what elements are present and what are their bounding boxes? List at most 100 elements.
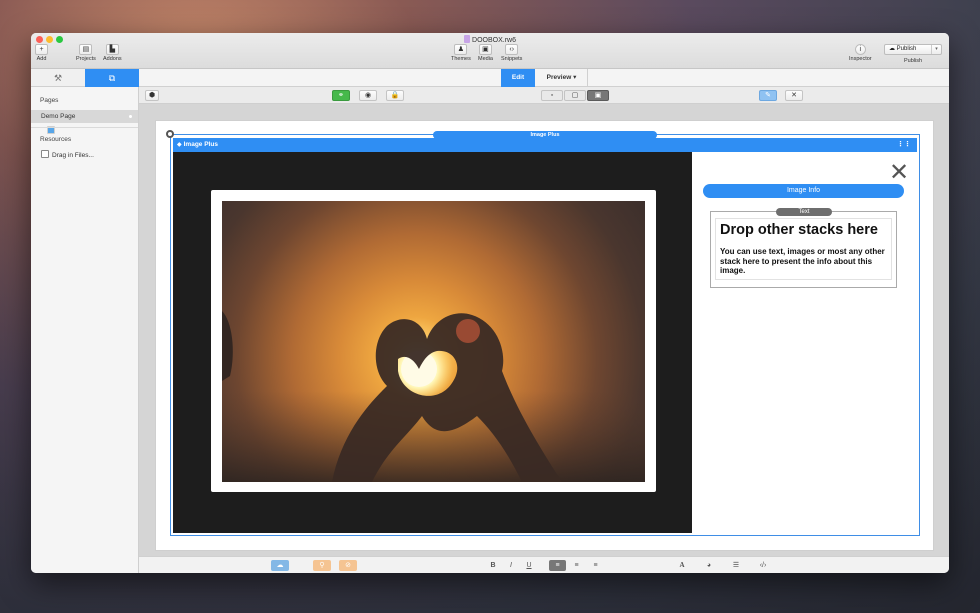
media-button[interactable]: ▣ Media bbox=[478, 44, 493, 62]
themes-button[interactable]: ♟ Themes bbox=[451, 44, 471, 62]
link-button[interactable]: ⚲ bbox=[313, 560, 331, 571]
document-title-text: DOOBOX.rw6 bbox=[472, 37, 516, 44]
publish-button[interactable]: ☁ Publish ▾ bbox=[884, 44, 942, 55]
square-large-icon: ▣ bbox=[594, 92, 602, 99]
tab-preview[interactable]: Preview ▾ bbox=[536, 69, 588, 87]
sidebar-divider bbox=[31, 127, 138, 128]
align-right-button[interactable]: ≡ bbox=[587, 560, 604, 571]
underline-button[interactable]: U bbox=[522, 560, 536, 571]
list-button[interactable]: ☰ bbox=[729, 560, 743, 571]
image-plus-stack[interactable]: Image Plus ◆ Image Plus ⋮⋮ ✕ Image Info … bbox=[166, 130, 920, 536]
stacks-library-button[interactable]: ⬢ bbox=[145, 90, 159, 101]
layout-tablet-button[interactable]: ▢ bbox=[564, 90, 586, 101]
projects-button[interactable]: ▤ Projects bbox=[76, 44, 96, 62]
unlink-button[interactable]: ⊘ bbox=[339, 560, 357, 571]
projects-label: Projects bbox=[76, 56, 96, 62]
link-icon: ⚭ bbox=[338, 92, 344, 99]
grid-icon[interactable]: ⋮⋮ bbox=[897, 138, 911, 152]
publish-button-text: Publish bbox=[896, 46, 917, 52]
media-icon: ▣ bbox=[478, 44, 492, 55]
close-icon: ✕ bbox=[791, 92, 797, 99]
text-stack[interactable]: Text Drop other stacks here You can use … bbox=[710, 208, 897, 288]
themes-icon: ♟ bbox=[454, 44, 468, 55]
box-icon: ⬢ bbox=[148, 92, 156, 99]
image-info-button[interactable]: Image Info bbox=[703, 184, 904, 198]
sidebar: ⚒ ⧉ Pages Demo Page Resources Drag in Fi… bbox=[31, 69, 139, 573]
addons-button[interactable]: ▙ Addons bbox=[103, 44, 122, 62]
image-area bbox=[173, 152, 692, 533]
projects-icon: ▤ bbox=[79, 44, 93, 55]
layout-desktop-button[interactable]: ▣ bbox=[587, 90, 609, 101]
add-button[interactable]: + Add bbox=[35, 44, 48, 62]
sidebar-item-demo-page[interactable]: Demo Page bbox=[31, 110, 138, 134]
sidebar-tabs: ⚒ ⧉ bbox=[31, 69, 139, 87]
link-stacks-button[interactable]: ⚭ bbox=[332, 90, 350, 101]
cloud-icon: ☁ bbox=[276, 562, 284, 569]
page-label: Demo Page bbox=[41, 113, 76, 120]
pages-header: Pages bbox=[40, 97, 59, 104]
bold-button[interactable]: B bbox=[486, 560, 500, 571]
italic-icon: I bbox=[510, 562, 512, 569]
addons-icon: ▙ bbox=[105, 44, 119, 55]
square-medium-icon: ▢ bbox=[571, 92, 579, 99]
link-icon: ⚲ bbox=[319, 562, 325, 569]
publish-dropdown-chevron-icon[interactable]: ▾ bbox=[931, 45, 941, 54]
visibility-button[interactable]: ◉ bbox=[359, 90, 377, 101]
eye-icon: ◉ bbox=[364, 92, 372, 99]
tab-pages[interactable]: ⧉ bbox=[85, 69, 139, 87]
sunset-heart-photo[interactable] bbox=[222, 201, 645, 482]
unlink-icon: ⊘ bbox=[345, 562, 351, 569]
align-left-icon: ≡ bbox=[555, 562, 560, 569]
add-label: Add bbox=[36, 56, 47, 62]
media-label: Media bbox=[478, 56, 493, 62]
font-icon: A bbox=[679, 561, 685, 569]
app-window: DOOBOX.rw6 + Add ▤ Projects ▙ Addons ♟ Theme… bbox=[31, 33, 949, 573]
lock-icon: 🔒 bbox=[390, 92, 400, 99]
drop-zone[interactable]: Drop other stacks here You can use text,… bbox=[715, 218, 892, 280]
code-button[interactable]: ‹/› bbox=[755, 560, 771, 571]
drop-title: Drop other stacks here bbox=[720, 222, 878, 238]
color-button[interactable]: ◕ bbox=[702, 560, 716, 571]
snippets-button[interactable]: ‹› Snippets bbox=[501, 44, 522, 62]
edit-pencil-button[interactable]: ✎ bbox=[759, 90, 777, 101]
code-brackets-icon: ‹› bbox=[505, 44, 519, 55]
italic-button[interactable]: I bbox=[504, 560, 518, 571]
square-small-icon: ▫ bbox=[550, 92, 554, 99]
heart-hands-silhouette bbox=[222, 311, 645, 482]
inspector-label: Inspector bbox=[849, 56, 872, 62]
wrench-icon: ⚒ bbox=[53, 73, 63, 83]
document-title: DOOBOX.rw6 bbox=[31, 35, 949, 44]
align-left-button[interactable]: ≡ bbox=[549, 560, 566, 571]
cloud-button[interactable]: ☁ bbox=[271, 560, 289, 571]
pages-icon: ⧉ bbox=[108, 73, 116, 83]
layout-phone-button[interactable]: ▫ bbox=[541, 90, 563, 101]
preview-label: Preview bbox=[546, 74, 572, 81]
lock-button[interactable]: 🔒 bbox=[386, 90, 404, 101]
tab-edit[interactable]: Edit bbox=[501, 69, 535, 87]
snippets-label: Snippets bbox=[501, 56, 523, 62]
edit-canvas: Image Plus ◆ Image Plus ⋮⋮ ✕ Image Info … bbox=[139, 104, 949, 556]
page-surface: Image Plus ◆ Image Plus ⋮⋮ ✕ Image Info … bbox=[155, 120, 934, 551]
remove-button[interactable]: ✕ bbox=[785, 90, 803, 101]
bold-icon: B bbox=[490, 562, 496, 569]
resources-drag-in-files[interactable]: Drag in Files... bbox=[31, 149, 138, 162]
mode-bar: Edit Preview ▾ bbox=[139, 69, 949, 87]
info-panel: ✕ Image Info Text Drop other stacks here… bbox=[692, 152, 918, 533]
stack-header[interactable]: ◆ Image Plus ⋮⋮ bbox=[173, 138, 917, 152]
tab-tools[interactable]: ⚒ bbox=[31, 69, 85, 87]
font-button[interactable]: A bbox=[675, 560, 689, 571]
align-center-button[interactable]: ≡ bbox=[568, 560, 585, 571]
code-brackets-icon: ‹/› bbox=[759, 562, 767, 569]
align-center-icon: ≡ bbox=[574, 562, 579, 569]
inspector-button[interactable]: i Inspector bbox=[849, 44, 872, 62]
drag-in-files-label: Drag in Files... bbox=[52, 152, 94, 159]
stack-remove-handle[interactable] bbox=[166, 130, 174, 138]
drop-body: You can use text, images or most any oth… bbox=[720, 247, 885, 275]
page-status-dot bbox=[129, 115, 132, 118]
stack-header-label: Image Plus bbox=[183, 141, 218, 148]
close-icon[interactable]: ✕ bbox=[889, 158, 909, 187]
stack-toolbar: ⬢ ⚭ ◉ 🔒 ▫ ▢ ▣ ✎ ✕ i bbox=[139, 87, 949, 104]
align-right-icon: ≡ bbox=[593, 562, 598, 569]
pencil-icon: ✎ bbox=[765, 92, 771, 99]
titlebar: DOOBOX.rw6 + Add ▤ Projects ▙ Addons ♟ Theme… bbox=[31, 33, 949, 69]
